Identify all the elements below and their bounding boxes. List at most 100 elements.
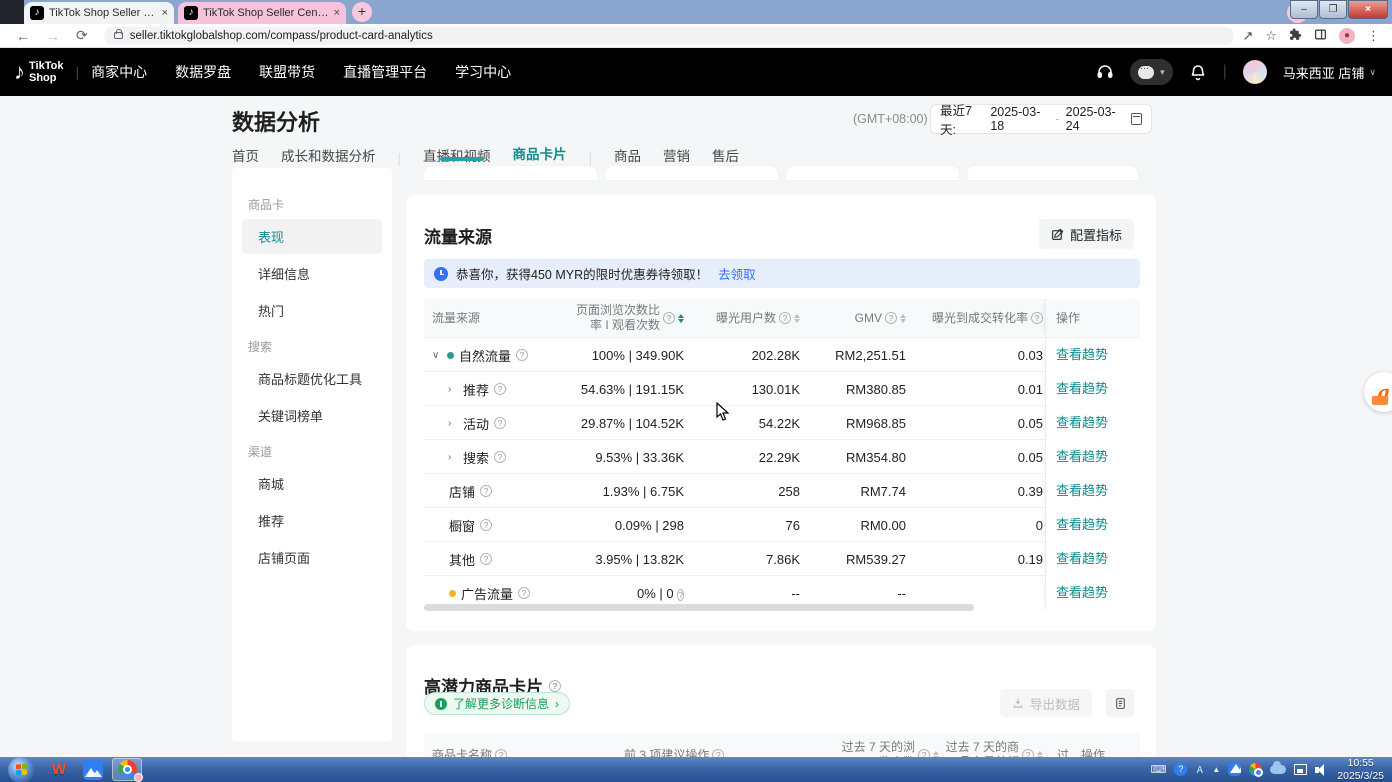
back-icon[interactable]: ← — [16, 28, 30, 44]
report-doc-button[interactable] — [1106, 689, 1134, 717]
store-avatar[interactable] — [1243, 60, 1267, 84]
minimize-button[interactable]: – — [1290, 0, 1318, 19]
view-trend-link[interactable]: 查看趋势 — [1056, 415, 1108, 430]
bookmark-star-icon[interactable]: ☆ — [1265, 28, 1277, 44]
docs-app-icon[interactable] — [78, 758, 108, 781]
notification-bell-icon[interactable] — [1189, 63, 1207, 81]
configure-metrics-button[interactable]: 配置指标 — [1039, 219, 1134, 249]
view-trend-link[interactable]: 查看趋势 — [1056, 517, 1108, 532]
divider: | — [1223, 63, 1227, 81]
info-icon[interactable]: ? — [494, 417, 506, 429]
diagnostic-info-link[interactable]: 了解更多诊断信息 › — [424, 692, 570, 715]
wps-office-icon[interactable]: W — [44, 758, 74, 781]
topnav-item-0[interactable]: 商家中心 — [91, 62, 147, 82]
expand-icon[interactable]: › — [448, 452, 458, 463]
share-icon[interactable]: ↗ — [1242, 28, 1253, 44]
tray-chrome-icon[interactable] — [1249, 763, 1262, 776]
sidebar-item-店铺页面[interactable]: 店铺页面 — [242, 540, 382, 575]
store-switcher[interactable]: 马来西亚 店铺 ∨ — [1283, 63, 1376, 82]
reload-icon[interactable]: ⟳ — [76, 27, 88, 44]
view-trend-cell: 查看趋势 — [1045, 508, 1140, 542]
info-icon[interactable]: ? — [480, 519, 492, 531]
info-icon[interactable]: ? — [494, 383, 506, 395]
source-name-cell[interactable]: ›搜索? — [424, 448, 574, 467]
info-icon[interactable]: ? — [1031, 312, 1043, 324]
help-tray-icon[interactable]: ? — [1174, 763, 1187, 776]
sidebar-item-推荐[interactable]: 推荐 — [242, 503, 382, 538]
source-name-cell[interactable]: 广告流量? — [424, 584, 574, 603]
info-icon[interactable]: ? — [516, 349, 528, 361]
input-method-icon[interactable]: ⌨ — [1150, 763, 1166, 776]
expand-icon[interactable]: › — [448, 384, 458, 395]
export-data-button[interactable]: 导出数据 — [1000, 689, 1092, 717]
info-icon[interactable]: ? — [779, 312, 791, 324]
topnav-item-2[interactable]: 联盟带货 — [259, 62, 315, 82]
sidebar-item-关键词榜单[interactable]: 关键词榜单 — [242, 398, 382, 433]
side-panel-icon[interactable] — [1314, 28, 1327, 44]
address-bar[interactable]: seller.tiktokglobalshop.com/compass/prod… — [104, 27, 1235, 45]
sidebar-item-商城[interactable]: 商城 — [242, 466, 382, 501]
horizontal-scrollbar[interactable] — [424, 604, 974, 611]
extensions-icon[interactable] — [1289, 28, 1302, 44]
chrome-taskbar-icon[interactable] — [112, 758, 142, 781]
topnav-item-1[interactable]: 数据罗盘 — [175, 62, 231, 82]
tiktok-shop-logo[interactable]: ♪ TikTokShop — [14, 59, 63, 85]
taskbar-clock[interactable]: 10:55 2025/3/25 — [1337, 757, 1384, 781]
language-icon[interactable]: Ａ — [1195, 763, 1204, 776]
sidebar-item-详细信息[interactable]: 详细信息 — [242, 256, 382, 291]
topnav-item-4[interactable]: 学习中心 — [455, 62, 511, 82]
info-icon[interactable]: ? — [518, 587, 530, 599]
view-trend-link[interactable]: 查看趋势 — [1056, 585, 1108, 600]
sort-icon[interactable] — [900, 314, 906, 323]
source-name-cell[interactable]: ›活动? — [424, 414, 574, 433]
info-icon[interactable]: ? — [480, 553, 492, 565]
topnav-item-3[interactable]: 直播管理平台 — [343, 62, 427, 82]
expand-icon[interactable]: › — [448, 418, 458, 429]
forward-icon[interactable]: → — [46, 28, 60, 44]
start-button[interactable] — [8, 757, 34, 782]
source-name-cell[interactable]: ›推荐? — [424, 380, 574, 399]
view-trend-link[interactable]: 查看趋势 — [1056, 551, 1108, 566]
new-tab-button[interactable]: + — [352, 2, 372, 22]
cloud-sync-icon[interactable] — [1270, 765, 1286, 774]
tray-expand-icon[interactable]: ▲ — [1212, 765, 1220, 774]
maximize-button[interactable]: ❐ — [1319, 0, 1347, 19]
conversion-cell: 0.05 — [908, 450, 1045, 465]
view-trend-link[interactable]: 查看趋势 — [1056, 483, 1108, 498]
info-icon[interactable]: ? — [480, 485, 492, 497]
sort-icon[interactable] — [678, 314, 684, 323]
info-icon[interactable]: ? — [663, 312, 675, 324]
info-icon[interactable]: ? — [885, 312, 897, 324]
claim-link[interactable]: 去领取 — [718, 264, 756, 283]
info-icon[interactable]: ? — [549, 680, 561, 692]
view-trend-link[interactable]: 查看趋势 — [1056, 381, 1108, 396]
view-trend-link[interactable]: 查看趋势 — [1056, 347, 1108, 362]
sidebar-item-表现[interactable]: 表现 — [242, 219, 382, 254]
sidebar-item-热门[interactable]: 热门 — [242, 293, 382, 328]
info-icon[interactable]: ? — [494, 451, 506, 463]
network-icon[interactable] — [1294, 764, 1307, 775]
source-name-cell[interactable]: 其他? — [424, 550, 574, 569]
support-headset-icon[interactable] — [1096, 63, 1114, 81]
browser-tab-2[interactable]: ♪ TikTok Shop Seller Center | Cr × — [178, 2, 346, 24]
tab-close-icon[interactable]: × — [334, 7, 340, 19]
chevron-right-icon: › — [555, 697, 559, 711]
download-icon — [1012, 697, 1024, 709]
volume-icon[interactable] — [1315, 764, 1329, 776]
kebab-menu-icon[interactable]: ⋮ — [1367, 28, 1380, 44]
tab-close-icon[interactable]: × — [162, 7, 168, 19]
tray-app-icon[interactable] — [1228, 763, 1241, 776]
view-trend-link[interactable]: 查看趋势 — [1056, 449, 1108, 464]
source-name-cell[interactable]: 橱窗? — [424, 516, 574, 535]
source-name-cell[interactable]: ∨自然流量? — [424, 346, 574, 365]
browser-tab-1[interactable]: ♪ TikTok Shop Seller Center | Cr × — [24, 2, 174, 24]
info-icon[interactable]: ? — [677, 589, 684, 601]
close-button[interactable]: × — [1348, 0, 1388, 19]
source-name-cell[interactable]: 店铺? — [424, 482, 574, 501]
sidebar-item-商品标题优化工具[interactable]: 商品标题优化工具 — [242, 361, 382, 396]
sort-icon[interactable] — [794, 314, 800, 323]
floating-partner-logo[interactable]: a — [1364, 372, 1392, 412]
messages-pill[interactable]: ▾ — [1130, 59, 1173, 85]
browser-profile-avatar[interactable]: ● — [1339, 28, 1355, 44]
collapse-icon[interactable]: ∨ — [432, 350, 442, 361]
